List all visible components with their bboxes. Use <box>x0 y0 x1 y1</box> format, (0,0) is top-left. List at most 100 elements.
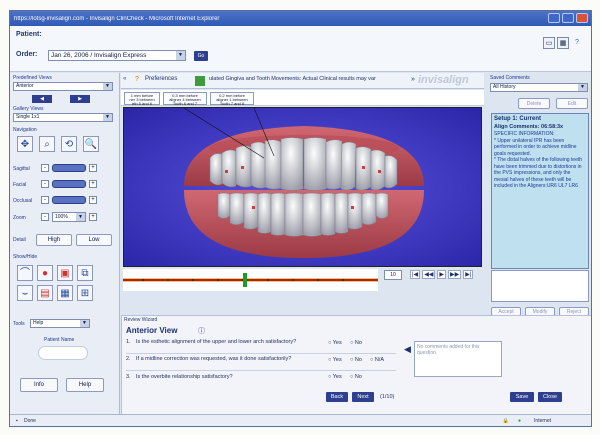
answer-yes[interactable]: ○ Yes <box>328 357 342 363</box>
measure-icon[interactable]: ⊞ <box>77 285 93 301</box>
tools-label: Tools <box>13 321 25 327</box>
superimpose-icon[interactable]: ▤ <box>37 285 53 301</box>
answer-yes[interactable]: ○ Yes <box>328 374 342 380</box>
zoom-increase-button[interactable]: + <box>89 213 97 221</box>
divider <box>126 353 396 354</box>
upper-arch-icon[interactable]: ⌒ <box>17 265 33 281</box>
magnify-icon[interactable]: 🔍 <box>83 136 99 152</box>
first-stage-icon[interactable]: |◀ <box>410 270 421 279</box>
previous-stage-icon[interactable]: ◀◀ <box>422 270 436 279</box>
stage-number-field[interactable]: 10 <box>384 270 402 280</box>
globe-icon: ● <box>517 418 521 424</box>
preferences-link[interactable]: Preferences <box>145 76 177 82</box>
settings-icon[interactable]: ? <box>135 76 139 83</box>
navigation-label: Navigation <box>13 127 37 133</box>
sagittal-label: Sagittal <box>13 166 30 172</box>
grid-icon[interactable]: ▦ <box>57 285 73 301</box>
3d-teeth-viewport[interactable] <box>123 107 482 267</box>
stage-card[interactable]: 1 mm before ner 3 between eth 5 and 6 <box>124 92 160 106</box>
occlusal-decrease-button[interactable]: - <box>41 196 49 204</box>
detail-high-button[interactable]: High <box>36 234 72 246</box>
close-button[interactable]: Close <box>538 392 562 402</box>
answer-na[interactable]: ○ N/A <box>370 357 384 363</box>
answer-no-label: No <box>354 340 362 346</box>
answer-no[interactable]: ○ No <box>350 374 362 380</box>
attachments-icon[interactable]: ▣ <box>57 265 73 281</box>
facial-increase-button[interactable]: + <box>89 180 97 188</box>
play-icon[interactable]: ▶ <box>437 270 447 279</box>
chevron-right-icon[interactable]: » <box>411 76 415 83</box>
edit-button[interactable]: Edit <box>556 98 588 109</box>
question-number: 2. <box>126 356 131 362</box>
stage-info-bar: 1 mm before ner 3 between eth 5 and 6 0.… <box>121 90 484 106</box>
stage-card[interactable]: 0.2 mm before aligner 1 between Tooth 7 … <box>210 92 254 106</box>
comment-body: SPECIFIC INFORMATION: * Upper unilateral… <box>494 131 583 189</box>
chevron-left-icon[interactable]: « <box>123 76 133 86</box>
tools-select[interactable]: Help ▼ <box>30 319 90 328</box>
help-button[interactable]: Help <box>66 378 104 392</box>
comment-input[interactable] <box>491 270 589 302</box>
status-text: Done <box>24 418 36 424</box>
info-button[interactable]: Info <box>20 378 58 392</box>
gallery-views-value: Single 1x1 <box>16 114 40 120</box>
next-stage-icon[interactable]: ▶▶ <box>448 270 462 279</box>
next-view-button[interactable]: ▶ <box>70 95 90 103</box>
occlusal-label: Occlusal <box>13 198 33 204</box>
facial-slider[interactable] <box>52 180 86 188</box>
disclaimer-text: ulated Gingiva and Tooth Movements: Actu… <box>209 76 376 82</box>
stage-line: eth 5 and 6 <box>131 101 153 106</box>
minimize-icon[interactable] <box>548 13 560 23</box>
zoom-value: 100% <box>55 214 68 220</box>
sagittal-decrease-button[interactable]: - <box>41 164 49 172</box>
gingiva-icon[interactable]: ● <box>37 265 53 281</box>
answer-no-label: No <box>354 357 362 363</box>
back-button[interactable]: Back <box>326 392 348 402</box>
occlusal-slider[interactable] <box>52 196 86 204</box>
order-select-value: Jan 26, 2006 / Invisalign Express <box>51 52 147 59</box>
zoom-icon[interactable]: ⌕ <box>39 136 55 152</box>
question-note-text: No comments added for this question. <box>417 344 480 356</box>
playback-controls: |◀ ◀◀ ▶ ▶▶ ▶| <box>410 270 474 279</box>
predefined-views-select[interactable]: Anterior ▼ <box>13 82 113 91</box>
sagittal-slider[interactable] <box>52 164 86 172</box>
next-button[interactable]: Next <box>352 392 374 402</box>
close-icon[interactable] <box>576 13 588 23</box>
answer-yes[interactable]: ○ Yes <box>328 340 342 346</box>
facial-decrease-button[interactable]: - <box>41 180 49 188</box>
detail-low-button[interactable]: Low <box>76 234 112 246</box>
maximize-icon[interactable] <box>562 13 574 23</box>
occlusal-increase-button[interactable]: + <box>89 196 97 204</box>
window-controls <box>548 13 588 23</box>
arrow-left-icon: ◀ <box>404 344 411 354</box>
review-wizard: Review Wizard Anterior View ⓘ 1. Is the … <box>121 315 591 415</box>
go-button[interactable]: Go <box>194 51 208 61</box>
overlay-icon[interactable]: ⧉ <box>77 265 93 281</box>
answer-no[interactable]: ○ No <box>350 340 362 346</box>
gallery-views-select[interactable]: Single 1x1 ▼ <box>13 113 113 122</box>
order-select[interactable]: Jan 26, 2006 / Invisalign Express ▼ <box>48 50 186 61</box>
history-value: All History <box>493 84 516 90</box>
help-icon[interactable]: ? <box>571 37 583 49</box>
lower-arch-icon[interactable]: ⌣ <box>17 285 33 301</box>
answer-no[interactable]: ○ No <box>350 357 362 363</box>
zoom-select[interactable]: 100% ▼ <box>52 212 86 222</box>
previous-view-button[interactable]: ◀ <box>32 95 52 103</box>
save-button[interactable]: Save <box>510 392 534 402</box>
window-title: https://lotsg-invisalign.com - Invisalig… <box>14 15 220 22</box>
delete-button[interactable]: Delete <box>518 98 550 109</box>
answer-no-label: No <box>354 374 362 380</box>
question-note[interactable]: No comments added for this question. <box>414 341 502 377</box>
grid-icon[interactable]: ▦ <box>557 37 569 49</box>
zoom-decrease-button[interactable]: - <box>41 213 49 221</box>
teeth-model <box>124 108 481 266</box>
stage-timeline[interactable] <box>123 269 378 291</box>
sagittal-increase-button[interactable]: + <box>89 164 97 172</box>
left-panel: Predefined Views Anterior ▼ ◀ ▶ Gallery … <box>10 73 120 415</box>
stage-card[interactable]: 0.3 mm before aligner 4 between Tooth 6 … <box>163 92 207 106</box>
info-icon[interactable]: ⓘ <box>198 326 205 336</box>
document-icon[interactable]: ▭ <box>543 37 555 49</box>
last-stage-icon[interactable]: ▶| <box>463 270 474 279</box>
rotate-icon[interactable]: ⟲ <box>61 136 77 152</box>
move-icon[interactable]: ✥ <box>17 136 33 152</box>
history-select[interactable]: All History ▼ <box>490 83 588 92</box>
